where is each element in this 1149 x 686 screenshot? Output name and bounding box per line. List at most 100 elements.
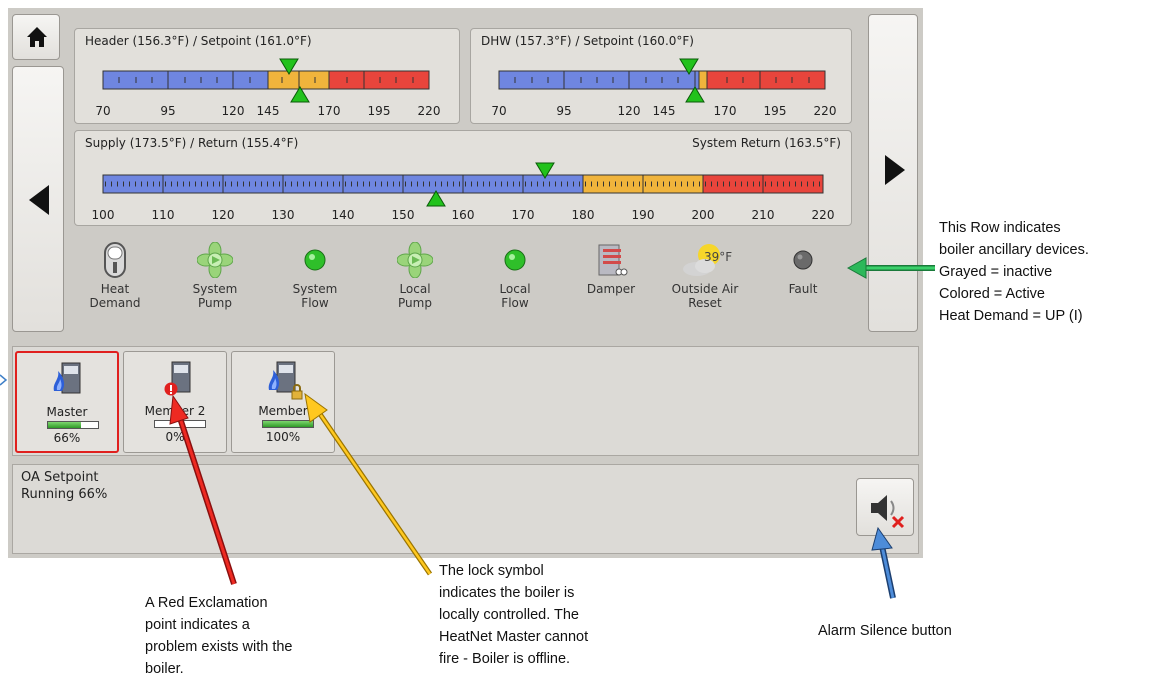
- fault-led-icon: [793, 250, 813, 270]
- row-note-line: Grayed = inactive: [939, 264, 1053, 280]
- supply-gauge: Supply (173.5°F) / Return (155.4°F) Syst…: [74, 130, 852, 226]
- device-outside-air-reset: 39°F Outside Air Reset: [660, 242, 750, 310]
- boiler-fire-rate-bar: [47, 421, 99, 429]
- exclamation-note-line: A Red Exclamation: [145, 595, 268, 611]
- dhw-tick-5: 195: [764, 104, 787, 118]
- header-tick-5: 195: [368, 104, 391, 118]
- supply-tick-7: 170: [512, 208, 535, 222]
- dhw-scale-warm: [698, 70, 708, 90]
- lock-note-line: fire - Boiler is offline.: [439, 651, 571, 667]
- header-tick-3: 145: [257, 104, 280, 118]
- device-label: Local Flow: [499, 282, 531, 310]
- previous-page-button[interactable]: [12, 66, 64, 332]
- outside-air-temp: 39°F: [704, 250, 733, 264]
- boiler-name: Member 2: [144, 404, 206, 418]
- exclamation-note: A Red Exclamation point indicates a prob…: [145, 592, 292, 680]
- boiler-tile-member[interactable]: Member 100%: [231, 351, 335, 453]
- device-label: Local Pump: [398, 282, 432, 310]
- lock-icon: [291, 384, 303, 400]
- exclamation-icon: [164, 382, 178, 396]
- supply-tick-11: 210: [752, 208, 775, 222]
- partial-left-arrow: [0, 374, 8, 386]
- boiler-name: Master: [46, 405, 88, 419]
- device-heat-demand: Heat Demand: [70, 242, 160, 310]
- alarm-silence-button[interactable]: [856, 478, 914, 536]
- row-note-line: This Row indicates: [939, 220, 1061, 236]
- exclamation-note-line: point indicates a: [145, 617, 250, 633]
- dhw-scale-cold: [498, 70, 700, 90]
- arrow-right-icon: [885, 155, 905, 185]
- dhw-tick-3: 145: [653, 104, 676, 118]
- dhw-tick-0: 70: [491, 104, 506, 118]
- dhw-tick-4: 170: [714, 104, 737, 118]
- supply-tick-5: 150: [392, 208, 415, 222]
- flow-led-icon: [504, 249, 526, 271]
- device-label: System Pump: [192, 282, 238, 310]
- boiler-percent: 0%: [165, 430, 185, 444]
- exclamation-note-line: problem exists with the: [145, 639, 293, 655]
- damper-icon: [598, 244, 628, 276]
- row-note: This Row indicates boiler ancillary devi…: [939, 217, 1089, 327]
- supply-tick-1: 110: [152, 208, 175, 222]
- supply-tick-8: 180: [572, 208, 595, 222]
- header-scale-hot: [328, 70, 430, 90]
- row-note-line: Heat Demand = UP (I): [939, 308, 1083, 324]
- row-note-line: Colored = Active: [939, 286, 1045, 302]
- dhw-tick-1: 95: [556, 104, 571, 118]
- dhw-tick-6: 220: [814, 104, 837, 118]
- device-local-flow: Local Flow: [470, 242, 560, 310]
- supply-scale: 100 110 120 130 140 150 160 170 180 190 …: [92, 162, 835, 222]
- next-page-button[interactable]: [868, 14, 918, 332]
- dhw-tick-2: 120: [618, 104, 641, 118]
- silence-note: Alarm Silence button: [818, 623, 952, 639]
- header-gauge: Header (156.3°F) / Setpoint (161.0°F) 70…: [74, 28, 460, 124]
- lock-note: The lock symbol indicates the boiler is …: [439, 560, 588, 670]
- status-running: Running 66%: [21, 487, 108, 502]
- lock-note-line: indicates the boiler is: [439, 585, 575, 601]
- boiler-control-panel: Header (156.3°F) / Setpoint (161.0°F) 70…: [8, 8, 923, 558]
- row-note-line: boiler ancillary devices.: [939, 242, 1089, 258]
- boiler-tile-master[interactable]: Master 66%: [15, 351, 119, 453]
- header-tick-4: 170: [318, 104, 341, 118]
- boiler-tile-row: Master 66% Member 2 0% Member 100%: [12, 346, 919, 456]
- flow-led-icon: [304, 249, 326, 271]
- boiler-percent: 66%: [53, 431, 81, 445]
- lock-note-line: HeatNet Master cannot: [439, 629, 589, 645]
- pump-icon: [197, 242, 233, 278]
- boiler-percent: 100%: [265, 430, 301, 444]
- device-system-pump: System Pump: [170, 242, 260, 310]
- header-tick-6: 220: [418, 104, 441, 118]
- lock-note-line: locally controlled. The: [439, 607, 579, 623]
- device-fault: Fault: [758, 242, 848, 296]
- device-damper: Damper: [566, 242, 656, 296]
- supply-tick-2: 120: [212, 208, 235, 222]
- home-button[interactable]: [12, 14, 60, 60]
- supply-tick-6: 160: [452, 208, 475, 222]
- device-label: Heat Demand: [89, 282, 141, 310]
- device-local-pump: Local Pump: [370, 242, 460, 310]
- boiler-name: Member: [258, 404, 308, 418]
- device-label: Outside Air Reset: [671, 282, 739, 310]
- speaker-mute-icon: [871, 495, 905, 529]
- boiler-icon: [53, 362, 81, 394]
- header-tick-2: 120: [222, 104, 245, 118]
- status-area: OA Setpoint Running 66%: [12, 464, 919, 554]
- device-label: System Flow: [292, 282, 338, 310]
- header-tick-1: 95: [160, 104, 175, 118]
- arrow-left-icon: [29, 185, 49, 215]
- boiler-fire-rate-bar: [262, 420, 314, 428]
- exclamation-note-line: boiler.: [145, 661, 184, 677]
- status-mode: OA Setpoint: [21, 470, 99, 485]
- dhw-scale-hot: [706, 70, 826, 90]
- supply-tick-0: 100: [92, 208, 115, 222]
- supply-tick-4: 140: [332, 208, 355, 222]
- supply-tick-12: 220: [812, 208, 835, 222]
- supply-tick-10: 200: [692, 208, 715, 222]
- home-icon: [27, 27, 47, 47]
- header-tick-0: 70: [95, 104, 110, 118]
- dhw-scale: 70 95 120 145 170 195 220: [491, 58, 837, 118]
- pump-icon: [397, 242, 433, 278]
- boiler-fire-rate-bar: [154, 420, 206, 428]
- boiler-tile-member-2[interactable]: Member 2 0%: [123, 351, 227, 453]
- toggle-switch-icon: [104, 242, 126, 278]
